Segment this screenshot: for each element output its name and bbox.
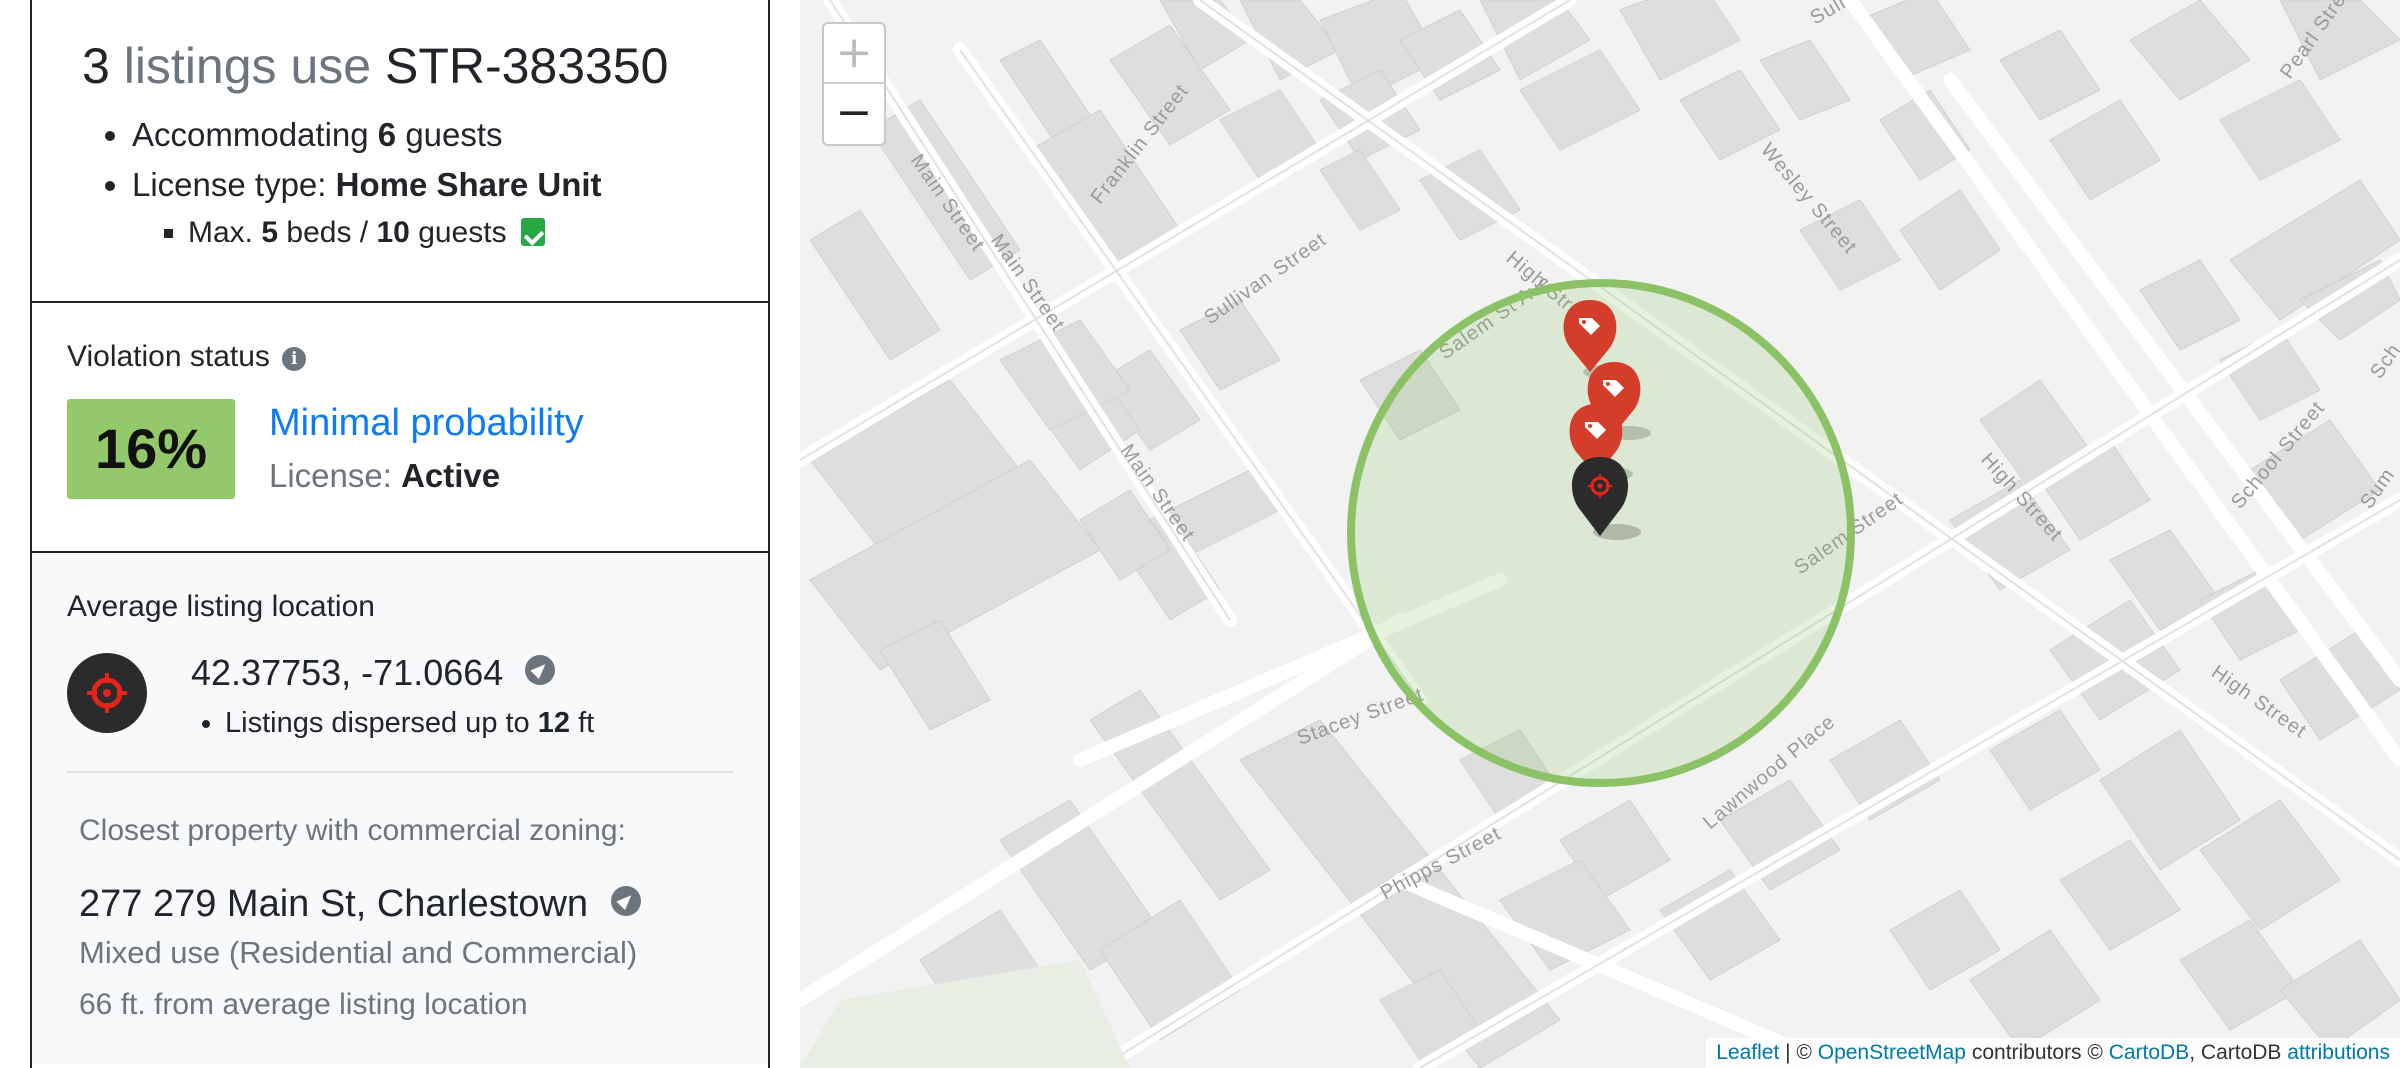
app-root: 3 listings use STR-383350 Accommodating … [0, 0, 2400, 1068]
accommodating-label: Accommodating [132, 116, 369, 153]
closest-label: Closest property with commercial zoning: [79, 814, 626, 847]
map-attribution: Leaflet | © OpenStreetMap contributors ©… [1706, 1038, 2400, 1068]
closest-address: 277 279 Main St, Charlestown [79, 879, 733, 929]
zoom-in-button[interactable]: + [824, 24, 884, 84]
attribution-contributors: contributors © [1966, 1041, 2109, 1064]
dispersion-item: Listings dispersed up to 12 ft [225, 701, 594, 745]
violation-percent-badge: 16% [67, 399, 235, 499]
dispersion-unit: ft [578, 707, 595, 739]
location-row: 42.37753, -71.0664 Listings dispersed up… [67, 653, 733, 745]
max-guests-label: guests [418, 216, 507, 249]
osm-link[interactable]: OpenStreetMap [1818, 1041, 1966, 1064]
closest-zoning: Mixed use (Residential and Commercial) [79, 935, 638, 970]
beds-label: beds / [286, 216, 369, 249]
compass-icon[interactable] [610, 886, 641, 916]
crosshairs-icon [67, 653, 147, 733]
guests-count: 6 [377, 116, 397, 153]
listing-count: 3 [82, 38, 110, 94]
violation-status-text: Minimal probability License: Active [269, 399, 584, 501]
map-view[interactable]: Main Street Main Street Main Street Fran… [800, 0, 2400, 1068]
attribution-sep: | © [1779, 1041, 1818, 1064]
max-beds: 5 [261, 216, 279, 249]
dispersion-label: Listings dispersed up to [225, 707, 530, 739]
closest-distance: 66 ft. from average listing location [79, 988, 528, 1021]
license-status-value: Active [401, 457, 501, 494]
summary-title: 3 listings use STR-383350 [82, 36, 768, 96]
compass-icon[interactable] [525, 655, 556, 685]
dispersion-value: 12 [537, 707, 571, 739]
closest-commercial: Closest property with commercial zoning:… [67, 813, 733, 1031]
license-type-label: License type: [132, 166, 327, 203]
average-location-label: Average listing location [67, 590, 375, 623]
accommodating-item: Accommodating 6 guests [132, 110, 768, 160]
listing-summary: 3 listings use STR-383350 Accommodating … [32, 0, 768, 303]
guests-label: guests [405, 116, 503, 153]
license-id: STR-383350 [384, 38, 669, 94]
license-status: License: Active [269, 451, 584, 501]
probability-text: Minimal probability [269, 402, 584, 444]
license-status-label: License: [269, 457, 392, 494]
zoom-control: + − [822, 22, 886, 146]
attribution-cartodb-text: , CartoDB [2189, 1041, 2288, 1064]
leaflet-link[interactable]: Leaflet [1716, 1041, 1779, 1064]
clipboard-check-icon [520, 218, 545, 246]
divider [67, 771, 733, 773]
max-label: Max. [188, 216, 254, 249]
violation-status-heading: Violation status i [67, 339, 768, 375]
location-text: 42.37753, -71.0664 Listings dispersed up… [191, 653, 594, 745]
coordinates: 42.37753, -71.0664 [191, 653, 594, 693]
violation-status-row: 16% Minimal probability License: Active [67, 399, 768, 501]
license-limits-list: Max. 5 beds / 10 guests [188, 210, 768, 256]
location-section: Average listing location 42.37753, -71.0… [32, 553, 768, 1064]
listings-use-text: listings use [123, 38, 372, 94]
violation-section: Violation status i 16% Minimal probabili… [32, 303, 768, 553]
zoom-out-button[interactable]: − [824, 84, 884, 144]
max-capacity-item: Max. 5 beds / 10 guests [188, 210, 768, 256]
cartodb-link[interactable]: CartoDB [2109, 1041, 2190, 1064]
coordinates-value: 42.37753, -71.0664 [191, 652, 504, 693]
dispersion-list: Listings dispersed up to 12 ft [225, 701, 594, 745]
max-guests: 10 [376, 216, 410, 249]
info-panel: 3 listings use STR-383350 Accommodating … [30, 0, 770, 1068]
closest-address-text: 277 279 Main St, Charlestown [79, 883, 589, 925]
attributions-link[interactable]: attributions [2287, 1041, 2390, 1064]
license-type-item: License type: Home Share Unit Max. 5 bed… [132, 160, 768, 256]
license-type-value: Home Share Unit [335, 166, 602, 203]
info-icon[interactable]: i [282, 347, 307, 371]
map-tiles[interactable]: Main Street Main Street Main Street Fran… [800, 0, 2400, 1068]
violation-status-label: Violation status [67, 340, 270, 373]
summary-list: Accommodating 6 guests License type: Hom… [132, 110, 768, 256]
